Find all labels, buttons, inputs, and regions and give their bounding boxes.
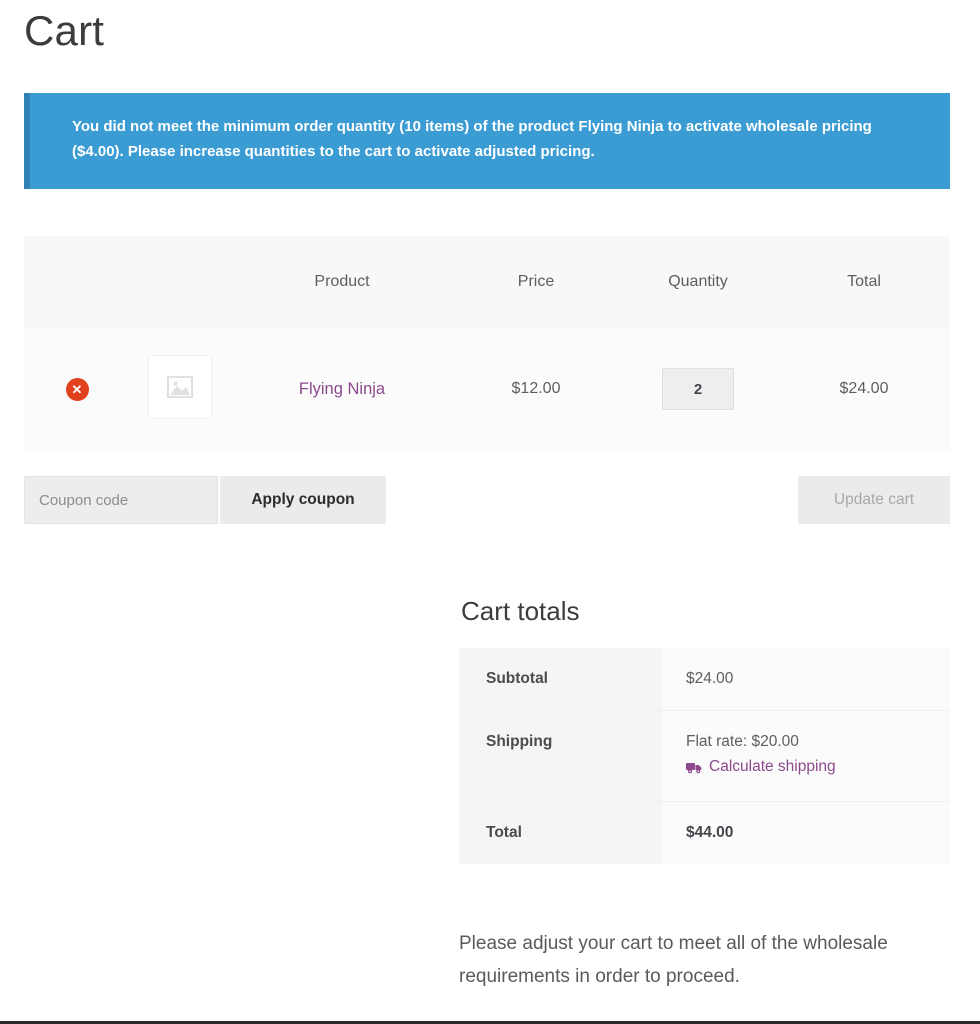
total-label: Total xyxy=(459,801,662,864)
cart-totals-table: Subtotal $24.00 Shipping Flat rate: $20.… xyxy=(459,648,950,864)
shipping-label: Shipping xyxy=(459,710,662,802)
wholesale-requirement-note: Please adjust your cart to meet all of t… xyxy=(459,933,888,988)
truck-icon xyxy=(686,761,703,774)
subtotal-value: $24.00 xyxy=(662,648,950,711)
notice-segment: of the product xyxy=(469,118,579,135)
shipping-rate-text: Flat rate: $20.00 xyxy=(686,733,799,750)
cart-table-header-row: Product Price Quantity Total xyxy=(24,236,950,328)
quantity-stepper[interactable]: 2 xyxy=(662,368,734,410)
product-thumbnail[interactable] xyxy=(148,354,212,419)
cart-totals-section: Cart totals Subtotal $24.00 Shipping Fla… xyxy=(459,596,950,864)
wholesale-notice-banner: You did not meet the minimum order quant… xyxy=(24,93,950,189)
cart-actions-row: Apply coupon Update cart xyxy=(24,476,950,524)
image-placeholder-icon xyxy=(167,375,193,398)
totals-row-shipping: Shipping Flat rate: $20.00 Calculate shi… xyxy=(459,710,950,802)
notice-emphasis: ($4.00) xyxy=(72,142,120,160)
notice-segment: . Please increase quantities to the cart… xyxy=(119,142,595,160)
notice-emphasis: (10 items) xyxy=(399,118,470,135)
total-value: $44.00 xyxy=(662,801,950,864)
header-total: Total xyxy=(778,236,950,328)
shipping-value: Flat rate: $20.00 Calculate shipping xyxy=(662,710,950,802)
cell-quantity: 2 xyxy=(618,328,778,450)
product-name-link[interactable]: Flying Ninja xyxy=(299,380,385,398)
totals-row-total: Total $44.00 xyxy=(459,801,950,864)
totals-row-subtotal: Subtotal $24.00 xyxy=(459,648,950,711)
coupon-code-input[interactable] xyxy=(24,476,218,524)
cell-thumbnail xyxy=(130,328,230,450)
notice-emphasis: Flying Ninja xyxy=(578,118,664,135)
notice-text: You did not meet the minimum order quant… xyxy=(72,118,872,160)
notice-segment: You did not meet the minimum order quant… xyxy=(72,118,400,135)
apply-coupon-button[interactable]: Apply coupon xyxy=(220,476,386,524)
update-cart-button[interactable]: Update cart xyxy=(798,476,950,524)
cell-price: $12.00 xyxy=(454,328,618,450)
header-quantity: Quantity xyxy=(618,236,778,328)
notice-segment: to activate wholesale pricing xyxy=(663,118,872,135)
subtotal-label: Subtotal xyxy=(459,648,662,711)
cell-product: Flying Ninja xyxy=(230,328,454,450)
header-price: Price xyxy=(454,236,618,328)
cart-totals-title: Cart totals xyxy=(461,596,580,626)
remove-circle-icon[interactable]: ✕ xyxy=(65,377,89,401)
header-product: Product xyxy=(230,236,454,328)
table-row: ✕ Flying Ninja $12.00 2 $24.00 xyxy=(24,328,950,450)
page-title: Cart xyxy=(24,7,105,54)
cell-remove: ✕ xyxy=(24,328,130,450)
calculate-shipping-link[interactable]: Calculate shipping xyxy=(686,758,836,776)
header-remove xyxy=(24,236,130,328)
header-thumbnail xyxy=(130,236,230,328)
cell-total: $24.00 xyxy=(778,328,950,450)
calculate-shipping-label: Calculate shipping xyxy=(709,758,836,775)
cart-items-table: Product Price Quantity Total ✕ Flying Ni… xyxy=(24,236,950,450)
cart-page: Cart You did not meet the minimum order … xyxy=(0,0,980,1024)
